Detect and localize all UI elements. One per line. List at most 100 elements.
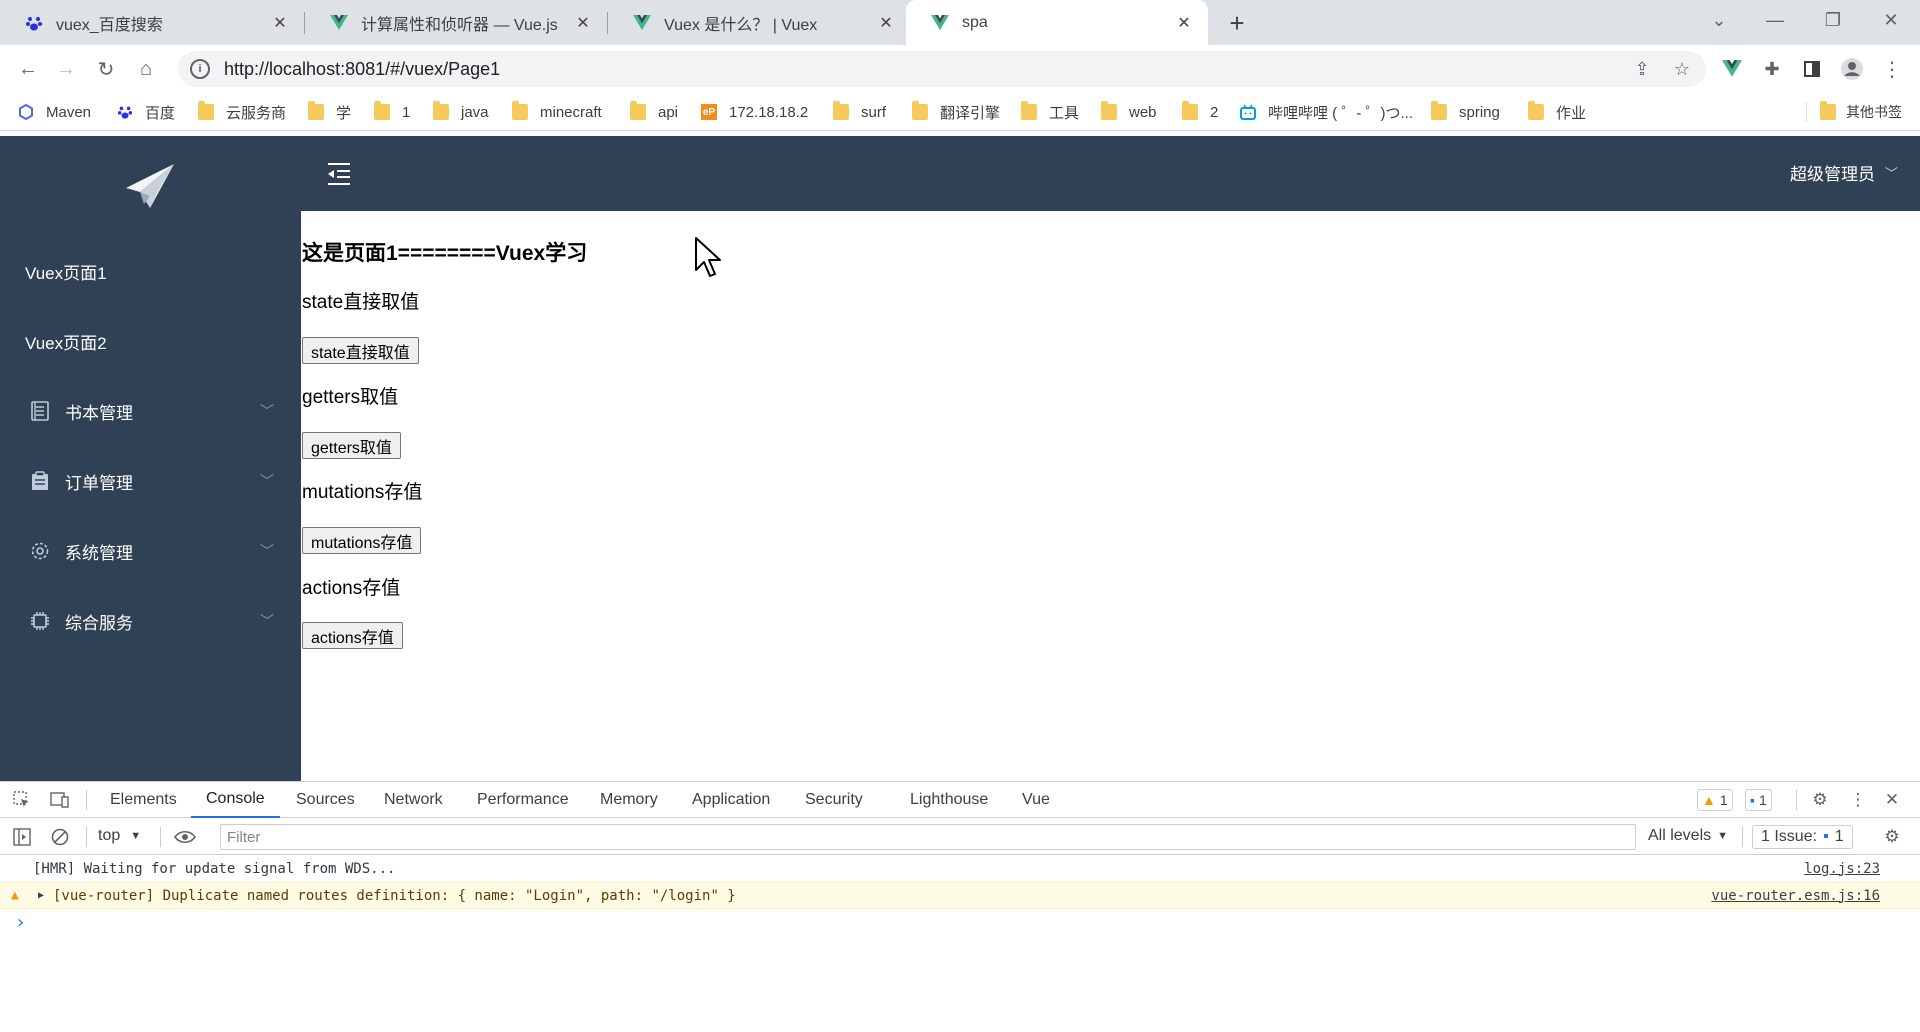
getters-get-button[interactable]: getters取值: [302, 432, 401, 459]
close-icon[interactable]: ✕: [876, 13, 896, 33]
console-settings-gear-icon[interactable]: ⚙: [1880, 825, 1904, 849]
bookmark-item[interactable]: eP 172.18.18.2: [701, 100, 808, 124]
site-info-icon[interactable]: i: [190, 59, 210, 79]
bookmark-folder[interactable]: java: [433, 100, 489, 124]
bookmark-folder[interactable]: minecraft: [512, 100, 602, 124]
bookmark-label: 2: [1210, 103, 1219, 121]
tab-search-icon[interactable]: ⌄: [1696, 0, 1742, 40]
console-source-link[interactable]: log.js:23: [1804, 861, 1880, 877]
browser-tab-active[interactable]: spa ✕: [906, 0, 1208, 45]
sidebar-item-system-management[interactable]: 系统管理 ﹀: [0, 523, 301, 579]
home-icon[interactable]: ⌂: [128, 51, 164, 87]
browser-tab[interactable]: Vuex 是什么？ | Vuex ✕: [608, 0, 910, 45]
log-levels-dropdown[interactable]: All levels ▼: [1648, 827, 1728, 845]
tab-title: 计算属性和侦听器 — Vue.js: [361, 16, 558, 34]
live-expression-eye-icon[interactable]: [173, 825, 197, 849]
other-bookmarks-folder[interactable]: 其他书签: [1820, 100, 1902, 124]
bookmark-label: 1: [402, 103, 411, 121]
sidebar-item-label: 书本管理: [65, 403, 133, 423]
tab-security[interactable]: Security: [805, 782, 863, 818]
tab-vue[interactable]: Vue: [1022, 782, 1050, 818]
bookmark-folder[interactable]: 2: [1182, 100, 1218, 124]
bookmark-item[interactable]: Maven: [18, 100, 91, 124]
bookmark-label: 作业: [1556, 104, 1587, 122]
bookmark-folder[interactable]: web: [1101, 100, 1157, 124]
bookmarks-bar: Maven 百度 云服务商 学 1 java minecraft api eP …: [0, 93, 1920, 131]
bookmark-star-icon[interactable]: ☆: [1666, 53, 1698, 85]
user-dropdown[interactable]: 超级管理员 ﹀: [1790, 160, 1898, 185]
restore-icon[interactable]: ❐: [1810, 0, 1856, 40]
messages-badge[interactable]: ▪ 1: [1745, 789, 1772, 811]
console-prompt[interactable]: ›: [0, 909, 1920, 936]
close-icon[interactable]: ✕: [270, 13, 290, 33]
bookmark-folder[interactable]: 1: [374, 100, 410, 124]
sidebar-item-integrated-services[interactable]: 综合服务 ﹀: [0, 593, 301, 649]
ep-icon: eP: [701, 104, 717, 120]
close-icon[interactable]: ✕: [1174, 13, 1194, 33]
window-close-icon[interactable]: ✕: [1868, 0, 1914, 40]
devtools-tab-bar: Elements Console Sources Network Perform…: [0, 782, 1920, 818]
address-bar-url[interactable]: http://localhost:8081/#/vuex/Page1: [224, 59, 500, 80]
profile-avatar-icon[interactable]: [1837, 54, 1867, 84]
bookmark-folder[interactable]: spring: [1431, 100, 1500, 124]
inspect-element-icon[interactable]: [10, 788, 34, 812]
close-devtools-icon[interactable]: ✕: [1880, 788, 1904, 812]
reload-icon[interactable]: ↻: [88, 51, 124, 87]
back-arrow-icon[interactable]: ←: [10, 51, 46, 87]
vue-devtools-extension-icon[interactable]: [1717, 54, 1747, 84]
extensions-puzzle-icon[interactable]: ✚: [1757, 54, 1787, 84]
share-icon[interactable]: ⇪: [1626, 53, 1658, 85]
clipboard-icon: [29, 470, 51, 492]
tab-elements[interactable]: Elements: [110, 782, 177, 818]
folder-icon: [1021, 101, 1037, 120]
tab-sources[interactable]: Sources: [296, 782, 355, 818]
tab-lighthouse[interactable]: Lighthouse: [910, 782, 988, 818]
side-panel-icon[interactable]: [1797, 54, 1827, 84]
tab-application[interactable]: Application: [692, 782, 770, 818]
menu-fold-icon[interactable]: [325, 160, 353, 188]
bookmark-item[interactable]: 哔哩哔哩 ( ゜- ゜)つ...: [1240, 100, 1413, 124]
close-icon[interactable]: ✕: [573, 13, 593, 33]
gear-icon: [29, 540, 51, 562]
sidebar-item-order-management[interactable]: 订单管理 ﹀: [0, 453, 301, 509]
actions-set-button[interactable]: actions存值: [302, 622, 403, 649]
forward-arrow-icon[interactable]: →: [48, 51, 84, 87]
bookmark-folder[interactable]: 作业: [1528, 100, 1586, 124]
browser-tab[interactable]: vuex_百度搜索 ✕: [0, 0, 304, 45]
sidebar-item-book-management[interactable]: 书本管理 ﹀: [0, 383, 301, 439]
new-tab-button[interactable]: +: [1222, 8, 1252, 38]
bookmark-folder[interactable]: 云服务商: [198, 100, 286, 124]
mouse-cursor-icon: [695, 237, 721, 277]
bookmark-folder[interactable]: 学: [308, 100, 351, 124]
address-bar[interactable]: i http://localhost:8081/#/vuex/Page1: [178, 51, 1706, 87]
sidebar-item-vuex-page2[interactable]: Vuex页面2: [0, 313, 301, 369]
mutations-set-button[interactable]: mutations存值: [302, 527, 422, 554]
tab-performance[interactable]: Performance: [477, 782, 569, 818]
context-selector[interactable]: top ▼: [98, 827, 141, 845]
issues-button[interactable]: 1 Issue: ▪ 1: [1752, 825, 1853, 849]
settings-gear-icon[interactable]: ⚙: [1808, 788, 1832, 812]
sidebar-item-vuex-page1[interactable]: Vuex页面1: [0, 243, 301, 299]
bookmark-folder[interactable]: 工具: [1021, 100, 1079, 124]
folder-icon: [833, 101, 849, 120]
browser-tab[interactable]: 计算属性和侦听器 — Vue.js ✕: [305, 0, 607, 45]
expand-triangle-icon[interactable]: ▶: [38, 890, 44, 901]
tab-network[interactable]: Network: [384, 782, 443, 818]
clear-console-icon[interactable]: [48, 825, 72, 849]
tab-console[interactable]: Console: [191, 782, 280, 818]
console-source-link[interactable]: vue-router.esm.js:16: [1711, 888, 1880, 904]
bookmark-folder[interactable]: api: [630, 100, 678, 124]
tab-memory[interactable]: Memory: [600, 782, 658, 818]
more-menu-icon[interactable]: ⋮: [1877, 54, 1907, 84]
dropdown-triangle-icon: ▼: [1717, 830, 1729, 842]
warnings-badge[interactable]: ▲ 1: [1697, 789, 1733, 811]
minimize-icon[interactable]: —: [1752, 0, 1798, 40]
device-toggle-icon[interactable]: [48, 788, 72, 812]
state-get-button[interactable]: state直接取值: [302, 337, 419, 364]
bookmark-folder[interactable]: surf: [833, 100, 886, 124]
bookmark-item[interactable]: 百度: [117, 100, 175, 124]
console-filter-input[interactable]: Filter: [220, 824, 1636, 850]
bookmark-folder[interactable]: 翻译引擎: [912, 100, 1000, 124]
sidebar-toggle-icon[interactable]: [10, 825, 34, 849]
more-options-icon[interactable]: ⋮: [1846, 788, 1870, 812]
